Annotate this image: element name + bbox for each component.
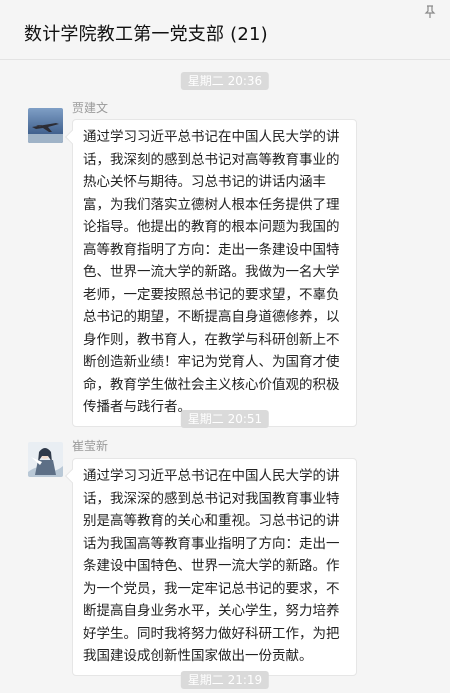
chat-header: 数计学院教工第一党支部 (21) <box>0 0 450 60</box>
avatar-anime-image <box>28 442 63 477</box>
avatar[interactable] <box>28 442 63 477</box>
timestamp-divider: 星期二 20:51 <box>180 410 270 428</box>
timestamp-divider: 星期二 21:19 <box>180 671 270 689</box>
chat-title: 数计学院教工第一党支部 (21) <box>24 24 268 45</box>
avatar-jet-image <box>28 108 63 143</box>
message-bubble[interactable]: 通过学习习近平总书记在中国人民大学的讲话，我深刻的感到总书记对高等教育事业的热心… <box>72 119 357 427</box>
message-bubble[interactable]: 通过学习习近平总书记在中国人民大学的讲话，我深深的感到总书记对我国教育事业特别是… <box>72 458 357 676</box>
timestamp-divider: 星期二 20:36 <box>180 72 270 90</box>
pin-icon[interactable] <box>424 5 436 19</box>
avatar[interactable] <box>28 108 63 143</box>
sender-name: 崔莹新 <box>72 439 109 453</box>
sender-name: 贾建文 <box>72 101 109 115</box>
chat-window: 数计学院教工第一党支部 (21) 星期二 20:36 贾建文 通过学习习近平总书… <box>0 0 450 693</box>
